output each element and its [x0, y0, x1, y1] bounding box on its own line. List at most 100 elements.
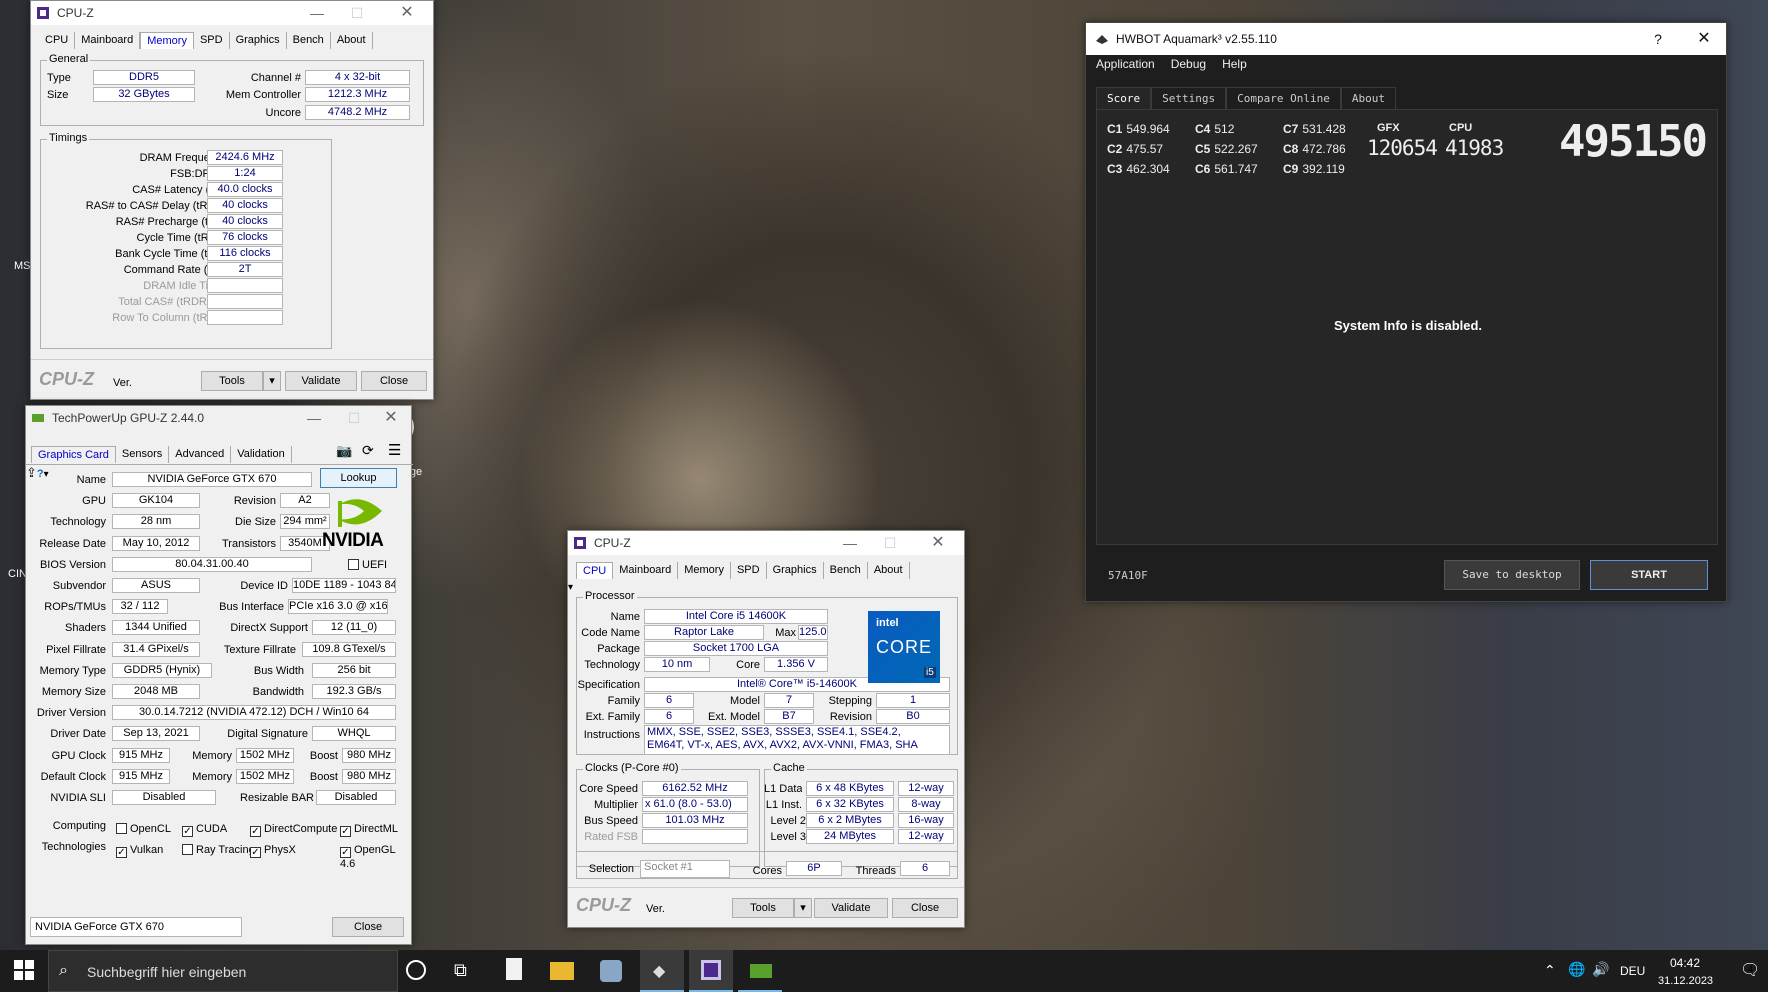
close-icon[interactable]: ✕	[371, 406, 411, 430]
divider	[568, 887, 964, 888]
close-icon[interactable]: ✕	[918, 531, 958, 555]
field-label: Bus Speed	[584, 815, 638, 827]
field-value: 101.03 MHz	[642, 813, 748, 828]
title-bar[interactable]: TechPowerUp GPU-Z 2.44.0 — ☐ ✕	[26, 406, 411, 430]
window-title: TechPowerUp GPU-Z 2.44.0	[52, 411, 205, 425]
tab-spd[interactable]: SPD	[731, 562, 767, 579]
clock-time[interactable]: 04:42	[1670, 956, 1700, 970]
field-value: Sep 13, 2021	[112, 726, 200, 742]
gpuz-icon	[750, 964, 772, 978]
field-value: 2048 MB	[112, 684, 200, 699]
gpu-select-dropdown[interactable]: NVIDIA GeForce GTX 670	[30, 917, 242, 937]
tools-dropdown-icon[interactable]: ▾	[794, 898, 812, 918]
field-label: L1 Data	[764, 783, 802, 795]
language-indicator[interactable]: DEU	[1620, 964, 1645, 978]
cpu-name: Intel Core i5 14600K	[644, 609, 828, 624]
tab-memory[interactable]: Memory	[678, 562, 731, 579]
minimize-icon[interactable]: —	[297, 1, 337, 25]
tab-about[interactable]: About	[1340, 87, 1396, 110]
tab-compare-online[interactable]: Compare Online	[1226, 87, 1341, 110]
tools-dropdown-icon[interactable]: ▾	[263, 371, 281, 391]
title-bar[interactable]: CPU-Z — ☐ ✕	[31, 1, 433, 25]
timing-value: 2424.6 MHz	[207, 150, 283, 165]
timings-group: Timings DRAM Frequency 2424.6 MHz FSB:DRAM…	[40, 132, 332, 349]
gfx-score: 120654	[1367, 136, 1438, 160]
refresh-icon[interactable]: ⟳	[362, 442, 374, 459]
field-value: 125.0 W	[798, 625, 828, 640]
tab-validation[interactable]: Validation	[231, 446, 292, 463]
chevron-up-icon[interactable]: ⌃	[1544, 962, 1556, 979]
menu-application[interactable]: Application	[1096, 57, 1155, 71]
tab-graphics[interactable]: Graphics	[767, 562, 824, 579]
tab-bench[interactable]: Bench	[287, 32, 331, 49]
checkbox: ✓	[250, 825, 261, 837]
cortana-icon[interactable]	[406, 960, 426, 980]
validate-button[interactable]: Validate	[814, 898, 888, 918]
tab-about[interactable]: About	[331, 32, 373, 49]
tab-mainboard[interactable]: Mainboard	[613, 562, 679, 579]
file-explorer-icon[interactable]	[550, 962, 574, 980]
save-to-desktop-button[interactable]: Save to desktop	[1444, 560, 1580, 590]
tab-bench[interactable]: Bench	[824, 562, 868, 579]
hwinfo-icon[interactable]	[600, 960, 622, 982]
group-label: General	[47, 53, 91, 65]
start-button[interactable]: START	[1590, 560, 1708, 590]
field-label: GPU	[82, 495, 106, 508]
tab-graphics-card[interactable]: Graphics Card	[31, 446, 116, 463]
aquamark-taskbar-button[interactable]: ◆	[640, 950, 684, 992]
close-icon[interactable]: ✕	[1684, 23, 1724, 55]
windows-start-icon[interactable]	[14, 960, 36, 982]
field-value: 6	[644, 709, 694, 724]
minimize-icon[interactable]: —	[294, 406, 334, 430]
tab-memory[interactable]: Memory	[140, 32, 194, 49]
field-value: 80.04.31.00.40	[112, 556, 312, 572]
field-label: Revision	[233, 495, 276, 508]
tab-about[interactable]: About	[868, 562, 910, 579]
tools-button[interactable]: Tools	[732, 898, 794, 918]
tools-button[interactable]: Tools	[201, 371, 263, 391]
tab-spd[interactable]: SPD	[194, 32, 230, 49]
lookup-button[interactable]: Lookup	[320, 468, 397, 488]
globe-icon[interactable]: 🌐	[1568, 961, 1585, 978]
cpu-panel: Processor Name Intel Core i5 14600K Code Na…	[568, 581, 966, 881]
field-label: Core	[736, 659, 760, 671]
taskbar-search-box[interactable]: ⌕ Suchbegriff hier eingeben	[48, 950, 398, 992]
tab-graphics[interactable]: Graphics	[230, 32, 287, 49]
title-bar[interactable]: CPU-Z — ☐ ✕	[568, 531, 964, 555]
tab-settings[interactable]: Settings	[1151, 87, 1227, 110]
help-button[interactable]: ?	[1638, 23, 1678, 55]
checkbox: ✓	[116, 846, 127, 858]
techs-opengl-4.6-checkbox: ✓ OpenGL 4.6	[340, 844, 413, 870]
close-button[interactable]: Close	[361, 371, 427, 391]
close-button[interactable]: Close	[892, 898, 958, 918]
menu-debug[interactable]: Debug	[1171, 57, 1206, 71]
speaker-icon[interactable]: 🔊	[1592, 961, 1609, 978]
gpuz-taskbar-button[interactable]	[738, 950, 782, 992]
computing-directcompute-checkbox: ✓ DirectCompute	[250, 823, 337, 837]
tab-advanced[interactable]: Advanced	[169, 446, 232, 463]
menu-help[interactable]: Help	[1222, 57, 1247, 71]
tab-cpu[interactable]: CPU	[39, 32, 76, 49]
menu-icon[interactable]: ☰	[388, 441, 401, 459]
field-label: Revision	[829, 711, 872, 723]
close-button[interactable]: Close	[332, 917, 404, 937]
tab-cpu[interactable]: CPU	[576, 562, 614, 579]
validate-button[interactable]: Validate	[285, 371, 357, 391]
tab-score[interactable]: Score	[1096, 87, 1152, 110]
clock-date[interactable]: 31.12.2023	[1658, 975, 1713, 987]
fsb-label: Rated FSB	[584, 831, 638, 843]
chevron-down-icon[interactable]: ▾	[568, 582, 573, 593]
task-view-icon[interactable]: ⧉	[454, 960, 467, 981]
field-label: Memory Size	[41, 686, 106, 698]
cpuz-taskbar-button[interactable]	[689, 950, 733, 992]
tab-mainboard[interactable]: Mainboard	[75, 32, 141, 49]
minimize-icon[interactable]: —	[830, 531, 870, 555]
field-label: Threads	[855, 865, 896, 877]
title-bar[interactable]: HWBOT Aquamark³ v2.55.110 ? ✕	[1086, 23, 1726, 55]
camera-icon[interactable]: 📷	[336, 443, 352, 459]
tab-sensors[interactable]: Sensors	[116, 446, 170, 463]
group-label: Processor	[583, 590, 637, 602]
close-icon[interactable]: ✕	[387, 1, 427, 25]
socket-dropdown[interactable]: Socket #1	[640, 860, 730, 878]
file-icon[interactable]	[506, 958, 522, 980]
